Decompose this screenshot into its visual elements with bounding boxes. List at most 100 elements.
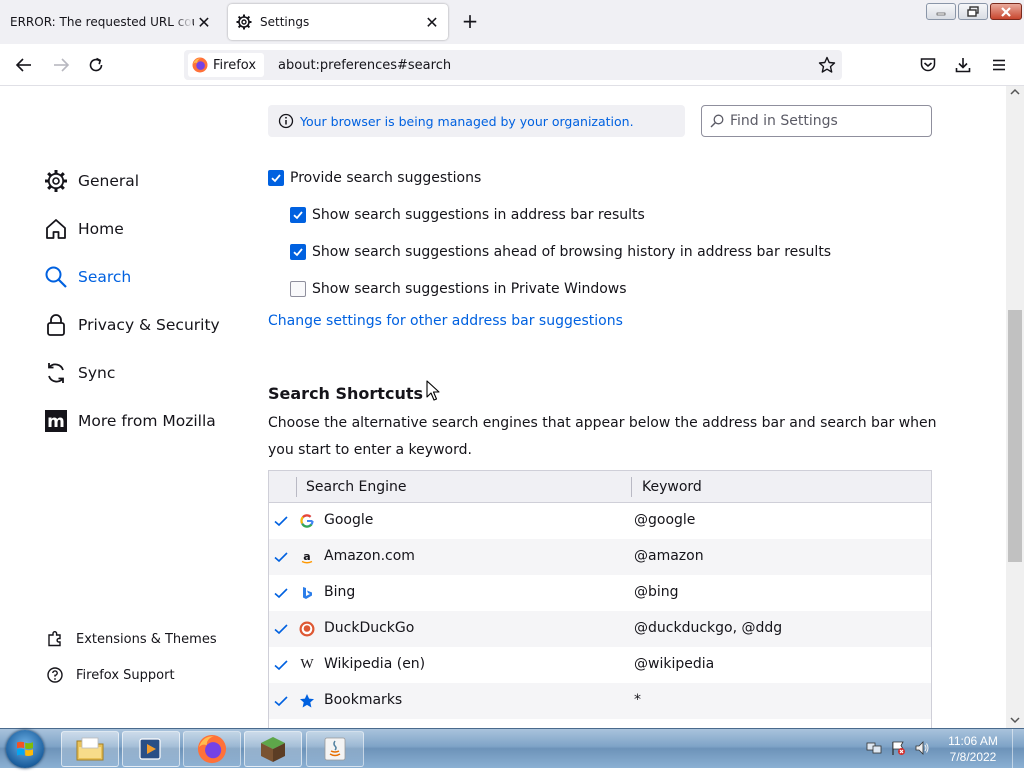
bookmark-star-icon[interactable] xyxy=(818,56,836,74)
pocket-button[interactable] xyxy=(915,52,941,78)
preferences-page: General Home Search Privacy & Security S… xyxy=(0,86,1006,728)
start-button[interactable] xyxy=(6,730,44,768)
url-bar[interactable]: Firefox about:preferences#search xyxy=(184,50,842,80)
suggestions-address-bar-checkbox[interactable]: Show search suggestions in address bar r… xyxy=(290,207,645,223)
downloads-button[interactable] xyxy=(950,52,976,78)
close-icon[interactable]: ✕ xyxy=(422,12,442,32)
window-close-button[interactable] xyxy=(990,3,1022,20)
hamburger-menu-icon xyxy=(993,59,1005,71)
sidebar-item-privacy[interactable]: Privacy & Security xyxy=(44,313,220,337)
suggestions-private-windows-checkbox[interactable]: Show search suggestions in Private Windo… xyxy=(290,281,627,297)
home-icon xyxy=(44,217,68,241)
page-scrollbar[interactable] xyxy=(1006,86,1024,728)
engine-name: Bing xyxy=(324,584,356,600)
sidebar-item-sync[interactable]: Sync xyxy=(44,361,115,385)
tab-title: ERROR: The requested URL could not be re… xyxy=(10,15,194,29)
mozilla-icon: m xyxy=(44,409,68,433)
footer-link-label: Firefox Support xyxy=(76,667,175,683)
engine-name: Bookmarks xyxy=(324,692,403,708)
url-text[interactable]: about:preferences#search xyxy=(278,58,451,73)
close-icon[interactable]: ✕ xyxy=(194,12,214,32)
extensions-themes-link[interactable]: Extensions & Themes xyxy=(46,630,217,648)
scroll-up-arrow-icon[interactable] xyxy=(1010,88,1020,96)
sidebar-item-label: General xyxy=(78,172,140,190)
taskbar-clock[interactable]: 11:06 AM 7/8/2022 xyxy=(940,733,1006,765)
search-engines-table[interactable]: Search Engine Keyword Google @google a A… xyxy=(268,470,932,728)
engine-name: Amazon.com xyxy=(324,548,415,564)
check-icon[interactable] xyxy=(273,585,289,601)
firefox-support-link[interactable]: Firefox Support xyxy=(46,666,175,684)
tab-title: Settings xyxy=(260,15,310,29)
sidebar-item-more-from-mozilla[interactable]: m More from Mozilla xyxy=(44,409,216,433)
table-row[interactable]: Google @google xyxy=(269,503,931,539)
navigation-toolbar: Firefox about:preferences#search xyxy=(0,44,1024,86)
new-tab-button[interactable]: + xyxy=(458,10,482,34)
identity-box[interactable]: Firefox xyxy=(188,53,265,77)
taskbar-media-player[interactable] xyxy=(122,731,180,767)
menu-button[interactable] xyxy=(986,52,1012,78)
checkbox-label: Show search suggestions in address bar r… xyxy=(312,207,645,223)
checkbox-label: Provide search suggestions xyxy=(290,170,482,186)
table-row[interactable]: DuckDuckGo @duckduckgo, @ddg xyxy=(269,611,931,647)
table-header: Search Engine Keyword xyxy=(269,471,931,503)
suggestions-ahead-of-history-checkbox[interactable]: Show search suggestions ahead of browsin… xyxy=(290,244,831,260)
check-icon[interactable] xyxy=(273,693,289,709)
find-in-settings-input[interactable]: Find in Settings xyxy=(701,105,932,137)
provide-search-suggestions-checkbox[interactable]: Provide search suggestions xyxy=(268,170,481,186)
sidebar-item-general[interactable]: General xyxy=(44,169,139,193)
engine-name: Wikipedia (en) xyxy=(324,656,426,672)
engine-keyword[interactable]: @bing xyxy=(634,584,679,600)
volume-icon[interactable] xyxy=(914,740,930,756)
gear-icon xyxy=(44,169,68,193)
info-icon xyxy=(278,113,294,129)
tab-error-page[interactable]: ERROR: The requested URL could not be re… xyxy=(0,4,220,40)
table-row[interactable]: W Wikipedia (en) @wikipedia xyxy=(269,647,931,683)
address-bar-suggestions-link[interactable]: Change settings for other address bar su… xyxy=(268,313,623,329)
table-row[interactable]: Bookmarks * xyxy=(269,683,931,719)
sidebar-item-home[interactable]: Home xyxy=(44,217,124,241)
reload-button[interactable] xyxy=(83,52,109,78)
table-row[interactable]: Bing @bing xyxy=(269,575,931,611)
column-header-keyword[interactable]: Keyword xyxy=(642,479,702,495)
folder-icon xyxy=(76,737,104,761)
firefox-logo-icon xyxy=(197,734,227,764)
taskbar-java[interactable] xyxy=(306,731,364,767)
action-center-flag-icon[interactable] xyxy=(890,740,906,756)
sidebar-item-search[interactable]: Search xyxy=(44,265,131,289)
engine-keyword[interactable]: @amazon xyxy=(634,548,704,564)
arrow-left-icon xyxy=(15,58,31,72)
network-icon[interactable] xyxy=(866,740,882,756)
taskbar-explorer[interactable] xyxy=(61,731,119,767)
check-icon[interactable] xyxy=(273,621,289,637)
clock-time: 11:06 AM xyxy=(948,734,998,748)
engine-keyword[interactable]: @duckduckgo, @ddg xyxy=(634,620,782,636)
engine-keyword[interactable]: * xyxy=(634,692,641,708)
table-row[interactable]: a Amazon.com @amazon xyxy=(269,539,931,575)
checkbox-unchecked[interactable] xyxy=(290,281,306,297)
show-desktop-button[interactable] xyxy=(1012,729,1024,769)
restore-button[interactable] xyxy=(958,3,988,20)
check-icon[interactable] xyxy=(273,657,289,673)
checkbox-checked[interactable] xyxy=(290,207,306,223)
mouse-pointer-icon xyxy=(426,380,440,401)
engine-keyword[interactable]: @google xyxy=(634,512,695,528)
check-icon[interactable] xyxy=(273,549,289,565)
policies-notice-text: Your browser is being managed by your or… xyxy=(300,113,634,129)
minimize-button[interactable] xyxy=(926,3,956,20)
scrollbar-thumb[interactable] xyxy=(1008,310,1022,562)
policies-notice[interactable]: Your browser is being managed by your or… xyxy=(268,105,685,137)
scroll-down-arrow-icon[interactable] xyxy=(1010,716,1020,724)
check-icon[interactable] xyxy=(273,513,289,529)
column-header-search-engine[interactable]: Search Engine xyxy=(306,479,407,495)
taskbar-firefox[interactable] xyxy=(183,731,241,767)
forward-button[interactable] xyxy=(48,52,74,78)
checkbox-checked[interactable] xyxy=(290,244,306,260)
tab-settings[interactable]: Settings ✕ xyxy=(228,4,448,40)
engine-keyword[interactable]: @wikipedia xyxy=(634,656,714,672)
identity-label: Firefox xyxy=(213,57,257,73)
taskbar-minecraft[interactable] xyxy=(244,731,302,767)
section-description: Choose the alternative search engines th… xyxy=(268,415,937,458)
svg-text:m: m xyxy=(47,412,65,432)
back-button[interactable] xyxy=(11,52,37,78)
checkbox-checked[interactable] xyxy=(268,170,284,186)
